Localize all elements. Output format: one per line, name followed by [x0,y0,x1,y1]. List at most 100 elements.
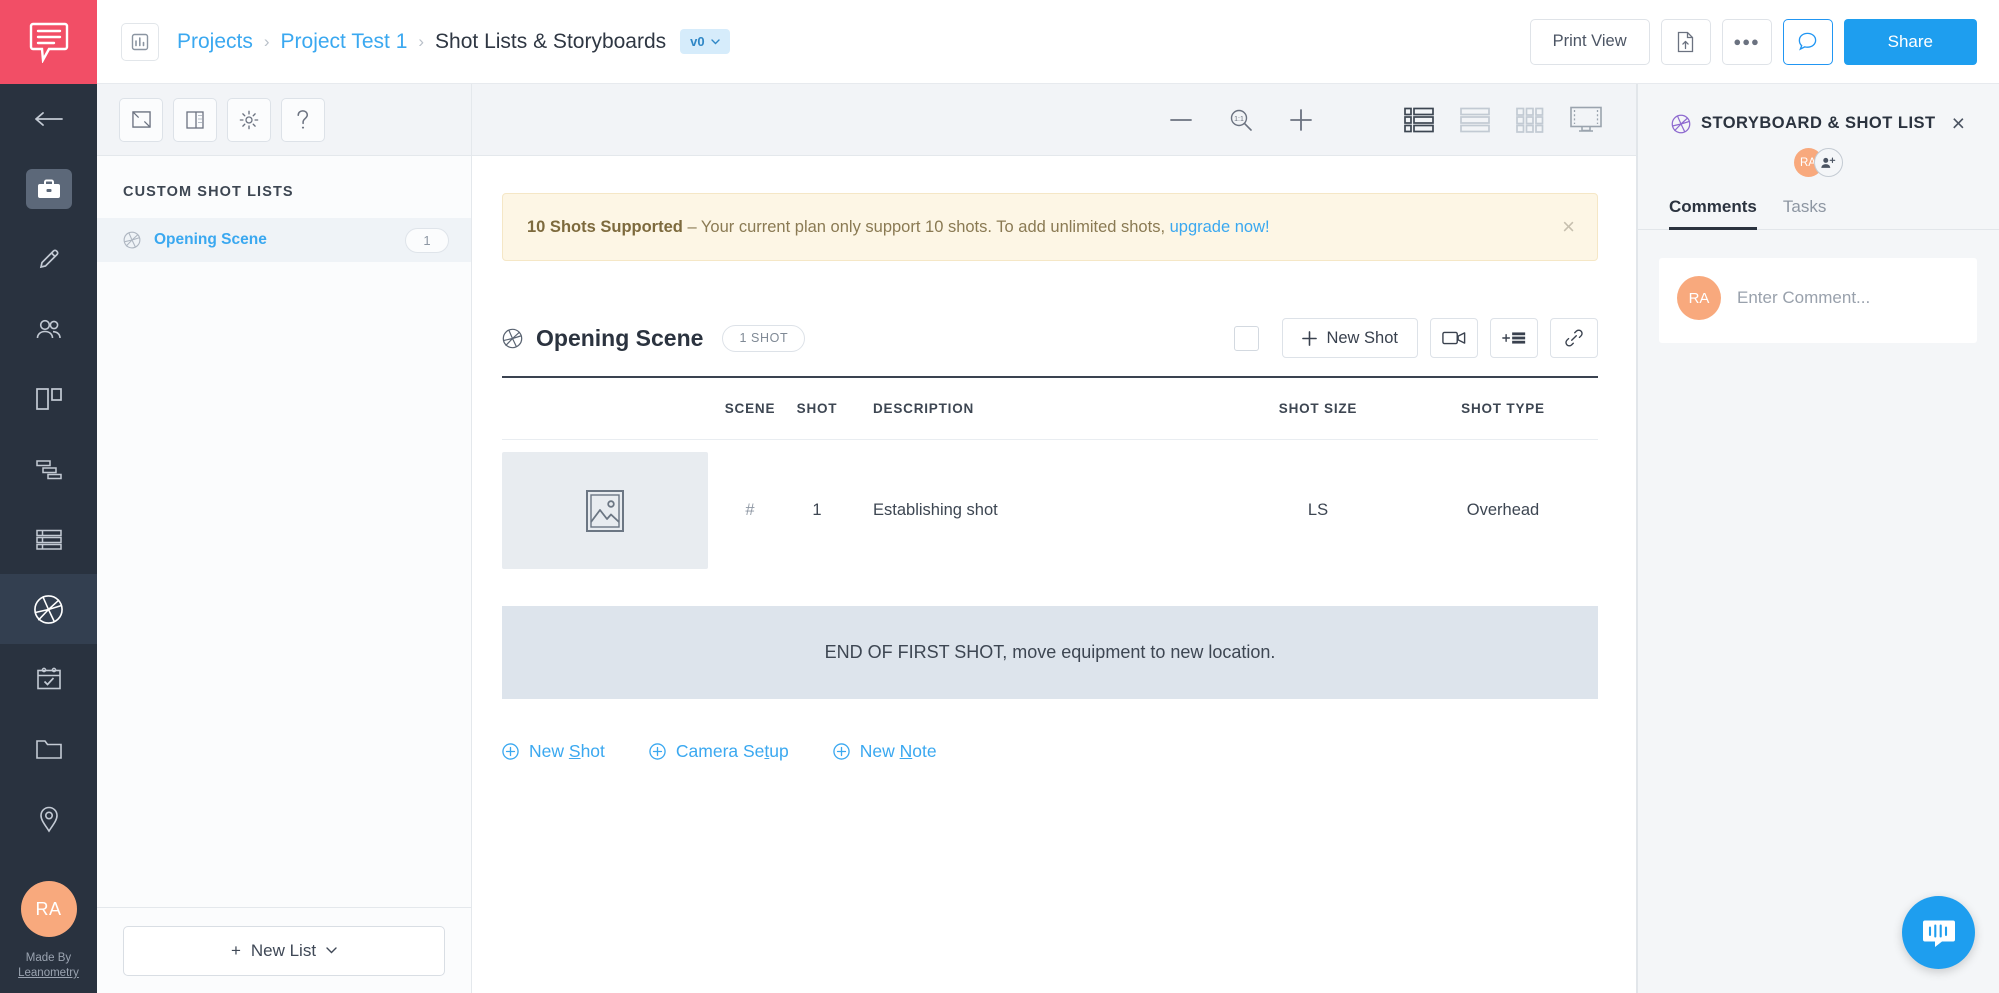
frame-crop-icon [131,110,152,129]
cell-scene: # [714,501,786,520]
banner-dash: – [683,218,701,236]
list-thumbnail-view-button[interactable] [1404,107,1434,133]
cell-description[interactable]: Establishing shot [848,501,1228,520]
avatar[interactable]: RA [21,881,77,937]
select-all-checkbox[interactable] [1234,326,1259,351]
comment-input-placeholder[interactable]: Enter Comment... [1737,276,1870,308]
shot-count-badge: 1 [405,228,449,253]
panel-view-button[interactable] [173,98,217,142]
zoom-reset-button[interactable]: 1:1 [1226,105,1256,135]
chevron-down-icon [326,947,337,954]
intercom-launcher-button[interactable] [1902,896,1975,969]
content-scroll: 10 Shots Supported – Your current plan o… [472,156,1636,993]
new-shot-button[interactable]: New Shot [1282,318,1418,358]
table-header-row: SCENE SHOT DESCRIPTION SHOT SIZE SHOT TY… [502,378,1598,440]
gantt-icon [35,458,63,480]
sidebar-item-contacts[interactable] [0,294,97,364]
link-button[interactable] [1550,318,1598,358]
tab-tasks[interactable]: Tasks [1783,197,1826,230]
add-person-button[interactable] [1814,148,1843,177]
breadcrumb-project-test-1[interactable]: Project Test 1 [281,30,408,54]
app-root: RA Made By Leanometry Projects › Project… [0,0,1999,993]
breadcrumb-separator-2: › [418,32,424,52]
comments-panel-tabs: Comments Tasks [1637,177,1999,230]
location-pin-icon [38,805,60,833]
app-logo[interactable] [0,0,97,84]
question-mark-icon [295,109,311,130]
shot-list-content: 1:1 [472,84,1636,993]
shot-thumbnail[interactable] [502,452,708,569]
cell-shot-type[interactable]: Overhead [1408,501,1598,520]
table-row[interactable]: # 1 Establishing shot LS Overhead [502,440,1598,581]
new-shot-link[interactable]: New Shot [502,741,605,762]
made-by-line-2[interactable]: Leanometry [18,967,79,979]
calendar-check-icon [36,666,62,692]
sidebar-item-files[interactable] [0,714,97,784]
video-camera-icon [1442,330,1466,346]
top-bar-actions: Print View ●●● Share [1530,19,1977,65]
zoom-out-button[interactable] [1166,105,1196,135]
three-dots-icon: ●●● [1733,34,1760,49]
column-header-scene: SCENE [714,401,786,416]
shot-list-panel: CUSTOM SHOT LISTS Opening Scene 1 + New … [97,84,472,993]
sidebar-item-shot-lists[interactable] [0,574,97,644]
sidebar-item-write[interactable] [0,224,97,294]
settings-button[interactable] [227,98,271,142]
plus-circle-icon [833,743,850,760]
camera-setup-link[interactable]: Camera Setup [649,741,789,762]
plus-circle-icon [649,743,666,760]
sidebar-item-opening-scene[interactable]: Opening Scene 1 [97,218,471,262]
share-button[interactable]: Share [1844,19,1977,65]
sidebar-item-calendar[interactable] [0,644,97,714]
rows-view-button[interactable] [1460,107,1490,133]
panel-title: CUSTOM SHOT LISTS [97,156,471,218]
help-button[interactable] [281,98,325,142]
body-row: CUSTOM SHOT LISTS Opening Scene 1 + New … [97,84,1999,993]
column-header-shot: SHOT [786,401,848,416]
minus-icon [1170,118,1192,122]
comments-toggle-button[interactable] [1783,19,1833,65]
close-icon[interactable]: × [1562,216,1575,238]
cell-shot-size[interactable]: LS [1228,501,1408,520]
frame-view-button[interactable] [119,98,163,142]
grid-view-button[interactable] [1516,107,1544,133]
breadcrumb-projects[interactable]: Projects [177,30,253,54]
shot-note[interactable]: END OF FIRST SHOT, move equipment to new… [502,606,1598,699]
sidebar-item-locations[interactable] [0,784,97,854]
plus-icon: + [231,941,241,961]
project-chart-icon [131,33,149,51]
filmstrip-view-button[interactable] [1570,106,1602,133]
new-list-button[interactable]: + New List [123,926,445,976]
add-person-icon [1820,156,1836,170]
sidebar-item-boards[interactable] [0,364,97,434]
camera-setup-link-label: Camera Setup [676,741,789,762]
sidebar-item-breakdown[interactable] [0,504,97,574]
avatar: RA [1677,276,1721,320]
comment-composer[interactable]: RA Enter Comment... [1659,258,1977,343]
side-panel-icon [185,110,205,130]
sidebar-item-back[interactable] [0,84,97,154]
add-actions: New Shot Camera Setup [502,741,1598,762]
print-view-button[interactable]: Print View [1530,19,1650,65]
sidebar-item-schedule[interactable] [0,434,97,504]
export-button[interactable] [1661,19,1711,65]
version-label: v0 [690,34,704,49]
zoom-in-button[interactable] [1286,105,1316,135]
close-icon[interactable]: × [1952,112,1965,135]
new-shot-link-label: New Shot [529,741,605,762]
made-by-line-1: Made By [18,951,79,966]
cell-shot: 1 [786,501,848,520]
project-icon-button[interactable] [121,23,159,61]
aperture-icon [502,328,523,349]
new-note-link[interactable]: New Note [833,741,937,762]
camera-setup-button[interactable] [1430,318,1478,358]
version-selector[interactable]: v0 [680,29,729,54]
upgrade-link[interactable]: upgrade now! [1170,218,1270,236]
more-options-button[interactable]: ●●● [1722,19,1772,65]
add-rows-button[interactable] [1490,318,1538,358]
tab-comments[interactable]: Comments [1669,197,1757,230]
plus-circle-icon [502,743,519,760]
grid-view-icon [1516,107,1544,133]
sidebar-item-projects[interactable] [0,154,97,224]
column-header-description: DESCRIPTION [848,401,1228,416]
